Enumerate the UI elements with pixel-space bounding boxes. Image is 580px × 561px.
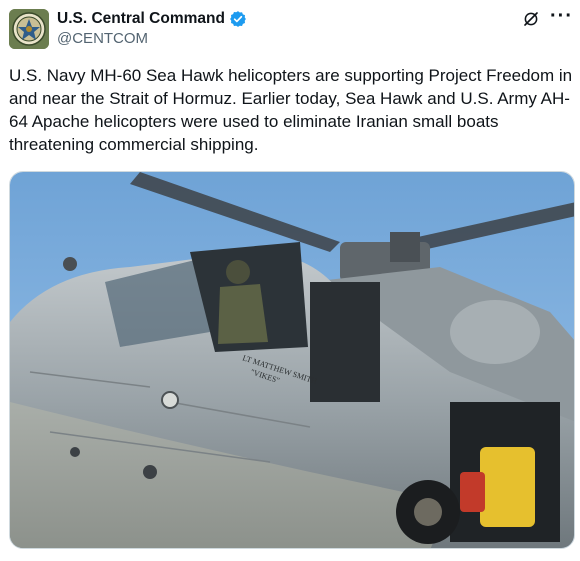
post-text: U.S. Navy MH-60 Sea Hawk helicopters are…	[9, 66, 577, 154]
more-options-icon[interactable]: ···	[550, 6, 572, 28]
verified-badge-icon	[229, 10, 247, 28]
grok-icon[interactable]	[522, 10, 540, 28]
avatar[interactable]	[9, 9, 49, 49]
author-display-name[interactable]: U.S. Central Command	[57, 10, 225, 28]
tweet-card: U.S. Central Command @CENTCOM ··· U.S. N…	[0, 0, 580, 561]
tweet-actions: ···	[522, 6, 572, 30]
post-media-image[interactable]: LT MATTHEW SMITH "VIKES"	[9, 171, 575, 549]
centcom-seal-icon	[9, 9, 49, 49]
author-handle[interactable]: @CENTCOM	[57, 30, 148, 47]
author-name-row: U.S. Central Command	[57, 8, 247, 30]
helicopter-photo: LT MATTHEW SMITH "VIKES"	[10, 172, 574, 548]
